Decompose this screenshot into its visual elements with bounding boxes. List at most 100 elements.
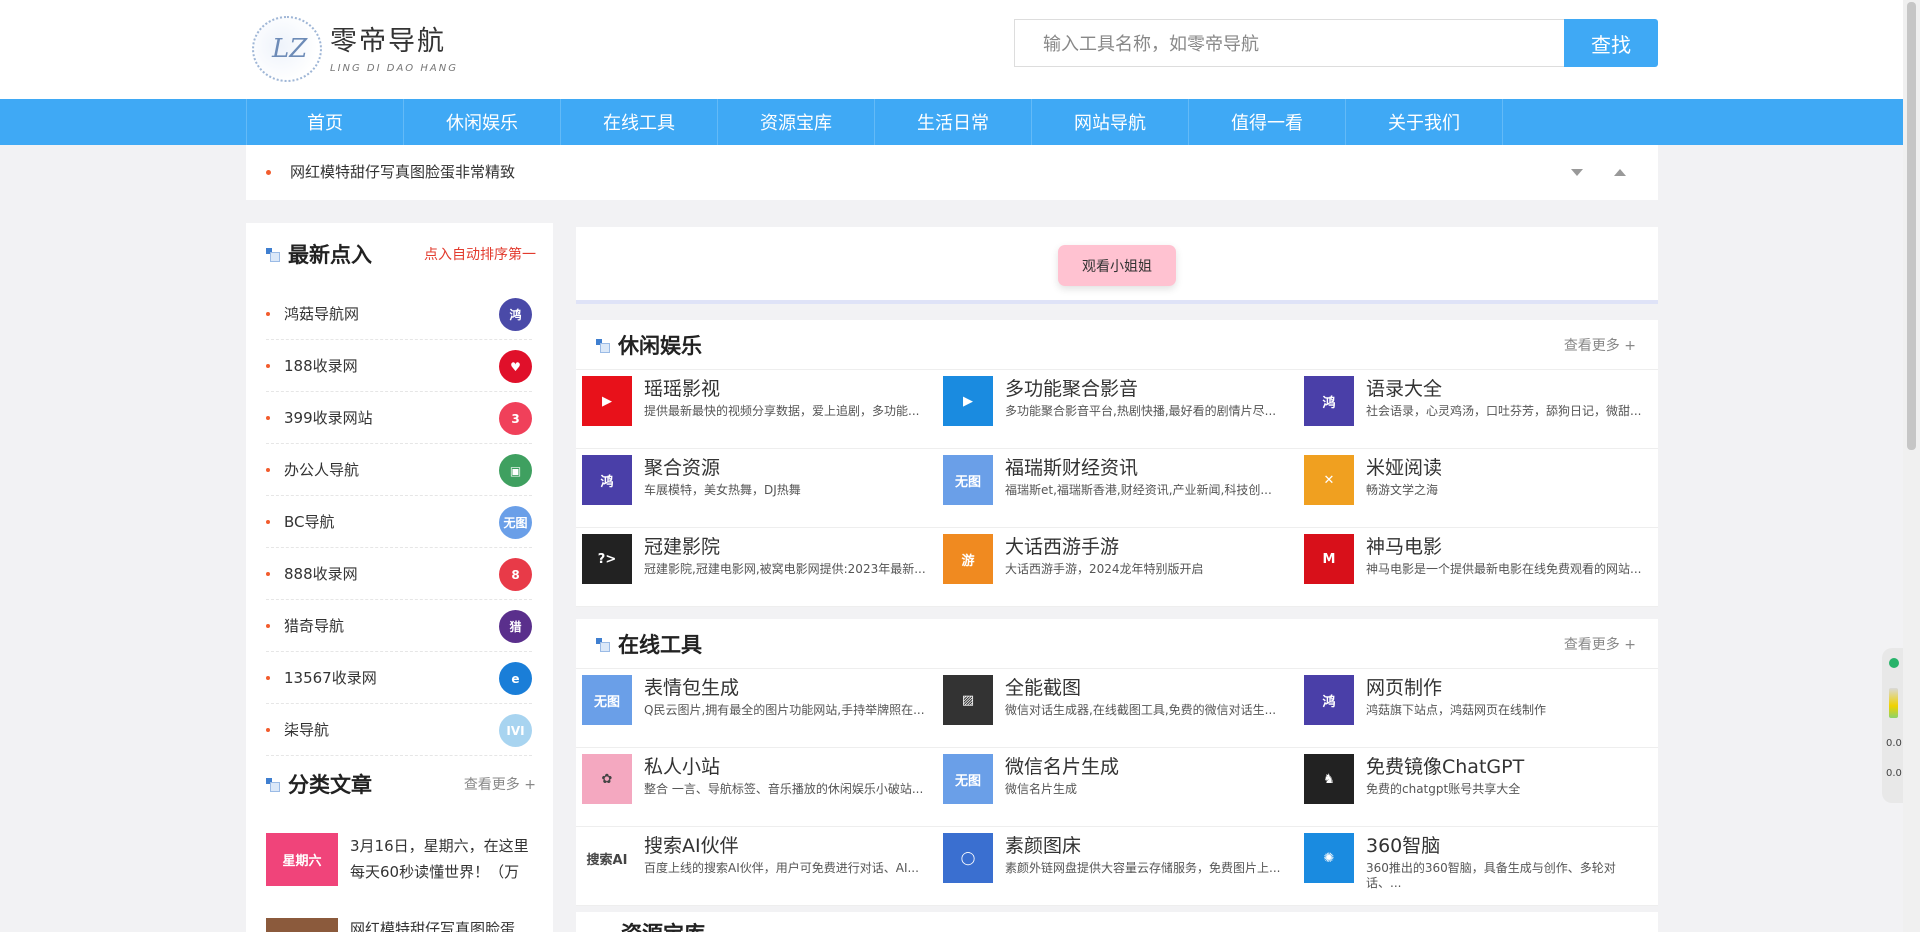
banner: 观看小姐姐 (576, 227, 1658, 304)
site-card[interactable]: ✺ 360智脑 360推出的360智脑，具备生成与创作、多轮对话、... (1298, 827, 1658, 906)
site-name[interactable]: 搜索AI伙伴 (644, 833, 926, 859)
list-item-name[interactable]: 888收录网 (284, 563, 358, 584)
section-title: 休闲娱乐 (618, 333, 702, 358)
logo[interactable]: LZ 零帝导航 LING DI DAO HANG (252, 16, 458, 82)
site-desc: 免费的chatgpt账号共享大全 (1366, 782, 1521, 796)
site-name[interactable]: 私人小站 (644, 754, 926, 780)
ticker-down-icon[interactable] (1571, 169, 1583, 176)
article-item[interactable]: 星期六 3月16日，星期六，在这里每天60秒读懂世界！（万 (266, 833, 532, 886)
site-name[interactable]: 福瑞斯财经资讯 (1005, 455, 1287, 481)
site-card[interactable]: 鸿聚合资源 车展模特，美女热舞，DJ热舞 (576, 449, 937, 528)
site-name[interactable]: 米娅阅读 (1366, 455, 1648, 481)
nav-item[interactable]: 值得一看 (1189, 99, 1346, 145)
more-link[interactable]: 查看更多 + (1564, 335, 1636, 355)
site-name[interactable]: 神马电影 (1366, 534, 1648, 560)
site-icon: ✺ (1304, 833, 1354, 883)
site-card[interactable]: ▨ 全能截图 微信对话生成器,在线截图工具,免费的微信对话生... (937, 669, 1298, 748)
search-input[interactable]: 输入工具名称，如零帝导航 (1014, 19, 1565, 67)
list-item[interactable]: 鸿菇导航网 鸿 (266, 288, 532, 340)
nav-item[interactable]: 休闲娱乐 (404, 99, 561, 145)
nav-item[interactable]: 首页 (247, 99, 404, 145)
more-link[interactable]: 查看更多 + (1564, 634, 1636, 654)
site-name[interactable]: 大话西游手游 (1005, 534, 1287, 560)
site-card[interactable]: 无图 福瑞斯财经资讯 福瑞斯et,福瑞斯香港,财经资讯,产业新闻,科技创... (937, 449, 1298, 528)
list-item-name[interactable]: 鸿菇导航网 (284, 303, 359, 324)
site-icon: ♞ (1304, 754, 1354, 804)
site-icon: ▶ (582, 376, 632, 426)
site-name[interactable]: 语录大全 (1366, 376, 1648, 402)
site-avatar-icon: 3 (499, 402, 532, 435)
list-item[interactable]: 188收录网 ♥ (266, 340, 532, 392)
nav-item[interactable]: 网站导航 (1032, 99, 1189, 145)
speed-widget[interactable]: 0.0 0.0 (1882, 648, 1904, 803)
search-button[interactable]: 查找 (1564, 19, 1658, 67)
site-card[interactable]: 无图 表情包生成 Q民云图片,拥有最全的图片功能网站,手持举牌照在... (576, 669, 937, 748)
site-card[interactable]: 无图 微信名片生成 微信名片生成 (937, 748, 1298, 827)
site-name[interactable]: 表情包生成 (644, 675, 926, 701)
sidebar: 最新点入 点入自动排序第一 鸿菇导航网 鸿 188收录网 ♥ 399收录网站 3 办公人导航… (246, 223, 553, 932)
site-name[interactable]: 网页制作 (1366, 675, 1648, 701)
ticker-up-icon[interactable] (1614, 169, 1626, 176)
site-card[interactable]: M 神马电影 神马电影是一个提供最新电影在线免费观看的网站... (1298, 528, 1658, 607)
watch-button[interactable]: 观看小姐姐 (1058, 245, 1176, 286)
ticker-text[interactable]: 网红模特甜仔写真图脸蛋非常精致 (290, 161, 515, 182)
site-card[interactable]: 搜索AI 搜索AI伙伴 百度上线的搜索AI伙伴，用户可免费进行对话、AI... (576, 827, 937, 906)
article-more-link[interactable]: 查看更多 + (464, 774, 536, 794)
article-title: 分类文章 (288, 773, 372, 797)
site-desc: 360推出的360智脑，具备生成与创作、多轮对话、... (1366, 861, 1616, 890)
speed-bar (1889, 688, 1898, 718)
bullet-dot (266, 363, 270, 368)
list-item[interactable]: 办公人导航 ▣ (266, 444, 532, 496)
site-name[interactable]: 冠建影院 (644, 534, 926, 560)
site-icon: 鸿 (1304, 376, 1354, 426)
site-name[interactable]: 360智脑 (1366, 833, 1648, 859)
nav-item[interactable]: 在线工具 (561, 99, 718, 145)
page-scrollbar[interactable] (1903, 0, 1920, 932)
site-name[interactable]: 聚合资源 (644, 455, 926, 481)
article-thumb (266, 918, 338, 932)
scrollbar-thumb[interactable] (1907, 2, 1916, 450)
site-card[interactable]: ?> 冠建影院 冠建影院,冠建电影网,被窝电影网提供:2023年最新... (576, 528, 937, 607)
site-icon: ?> (582, 534, 632, 584)
nav-item[interactable]: 关于我们 (1346, 99, 1503, 145)
site-card[interactable]: 鸿语录大全 社会语录，心灵鸡汤，口吐芬芳，舔狗日记，微甜... (1298, 370, 1658, 449)
site-card[interactable]: 鸿网页制作 鸿菇旗下站点，鸿菇网页在线制作 (1298, 669, 1658, 748)
nav-item[interactable]: 生活日常 (875, 99, 1032, 145)
list-item-name[interactable]: 猎奇导航 (284, 615, 344, 636)
site-card[interactable]: ◯ 素颜图床 素颜外链网盘提供大容量云存储服务，免费图片上... (937, 827, 1298, 906)
list-item-name[interactable]: 柒导航 (284, 719, 329, 740)
article-text[interactable]: 3月16日，星期六，在这里每天60秒读懂世界！（万 (350, 833, 532, 886)
list-item[interactable]: 猎奇导航 猎 (266, 600, 532, 652)
site-name[interactable]: 免费镜像ChatGPT (1366, 754, 1648, 780)
list-item[interactable]: 399收录网站 3 (266, 392, 532, 444)
site-icon: ▨ (943, 675, 993, 725)
site-icon: 无图 (943, 455, 993, 505)
site-name[interactable]: 素颜图床 (1005, 833, 1287, 859)
site-name[interactable]: 瑶瑶影视 (644, 376, 926, 402)
site-card[interactable]: ✿ 私人小站 整合 一言、导航标签、音乐播放的休闲娱乐小破站... (576, 748, 937, 827)
list-item-name[interactable]: 办公人导航 (284, 459, 359, 480)
list-item[interactable]: 13567收录网 e (266, 652, 532, 704)
section-resources: 资源宝库 (576, 912, 1658, 932)
list-item[interactable]: 柒导航 IVI (266, 704, 532, 756)
site-card[interactable]: ▶ 瑶瑶影视 提供最新最快的视频分享数据，爱上追剧，多功能... (576, 370, 937, 449)
site-card[interactable]: ▶ 多功能聚合影音 多功能聚合影音平台,热剧快播,最好看的剧情片尽... (937, 370, 1298, 449)
site-name[interactable]: 多功能聚合影音 (1005, 376, 1287, 402)
site-card[interactable]: 游大话西游手游 大话西游手游，2024龙年特别版开启 (937, 528, 1298, 607)
article-header: 分类文章 查看更多 + (266, 769, 536, 799)
list-item-name[interactable]: 13567收录网 (284, 667, 377, 688)
nav-item[interactable]: 资源宝库 (718, 99, 875, 145)
site-card[interactable]: ♞ 免费镜像ChatGPT 免费的chatgpt账号共享大全 (1298, 748, 1658, 827)
site-name[interactable]: 微信名片生成 (1005, 754, 1287, 780)
list-item[interactable]: 888收录网 8 (266, 548, 532, 600)
list-item-name[interactable]: 188收录网 (284, 355, 358, 376)
site-desc: 鸿菇旗下站点，鸿菇网页在线制作 (1366, 703, 1547, 717)
site-name[interactable]: 全能截图 (1005, 675, 1287, 701)
list-item[interactable]: BC导航 无图 (266, 496, 532, 548)
article-item[interactable]: 网红模特甜仔写真图脸蛋... (266, 918, 532, 932)
site-avatar-icon: 鸿 (499, 298, 532, 331)
list-item-name[interactable]: BC导航 (284, 511, 335, 532)
site-card[interactable]: ✕ 米娅阅读 畅游文学之海 (1298, 449, 1658, 528)
list-item-name[interactable]: 399收录网站 (284, 407, 373, 428)
article-text[interactable]: 网红模特甜仔写真图脸蛋... (350, 918, 529, 932)
